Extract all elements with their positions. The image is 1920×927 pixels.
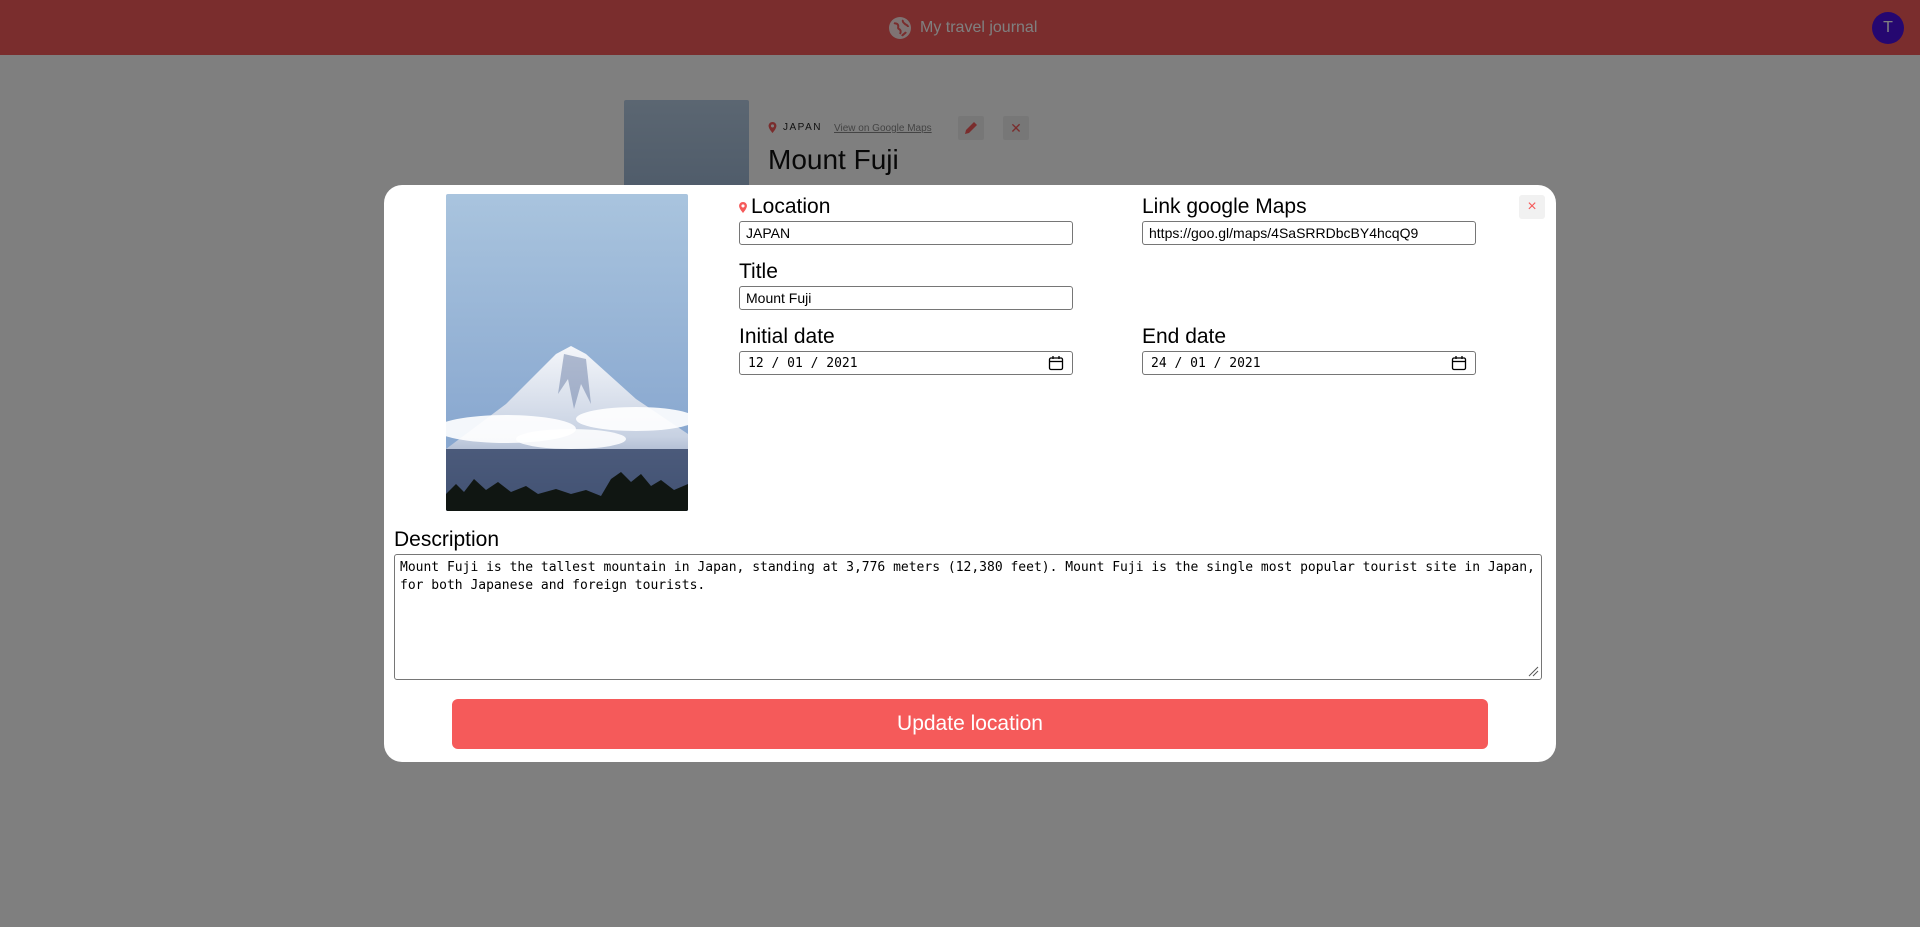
- location-input[interactable]: JAPAN: [739, 221, 1073, 245]
- close-icon: ×: [1527, 198, 1537, 215]
- edit-location-modal: × Location JAPAN Link google Maps https:…: [384, 185, 1556, 762]
- title-label: Title: [739, 260, 778, 283]
- title-input[interactable]: Mount Fuji: [739, 286, 1073, 310]
- calendar-icon[interactable]: [1451, 355, 1467, 371]
- calendar-icon[interactable]: [1048, 355, 1064, 371]
- initial-date-value: 12 / 01 / 2021: [748, 355, 858, 371]
- maps-link-label: Link google Maps: [1142, 195, 1307, 218]
- mountain-photo: [446, 194, 688, 511]
- location-label: Location: [739, 195, 830, 219]
- initial-date-input[interactable]: 12 / 01 / 2021: [739, 351, 1073, 375]
- close-modal-button[interactable]: ×: [1519, 195, 1545, 219]
- description-label: Description: [394, 528, 500, 551]
- location-pin-icon: [739, 201, 747, 213]
- maps-link-input[interactable]: https://goo.gl/maps/4SaSRRDbcBY4hcqQ9: [1142, 221, 1476, 245]
- description-textarea[interactable]: Mount Fuji is the tallest mountain in Ja…: [394, 554, 1542, 680]
- end-date-input[interactable]: 24 / 01 / 2021: [1142, 351, 1476, 375]
- resize-handle-icon[interactable]: [1527, 665, 1539, 677]
- update-location-button[interactable]: Update location: [452, 699, 1488, 749]
- end-date-label: End date: [1142, 325, 1227, 348]
- description-text: Mount Fuji is the tallest mountain in Ja…: [400, 560, 1535, 593]
- end-date-value: 24 / 01 / 2021: [1151, 355, 1261, 371]
- location-label-text: Location: [751, 195, 831, 218]
- initial-date-label: Initial date: [739, 325, 835, 348]
